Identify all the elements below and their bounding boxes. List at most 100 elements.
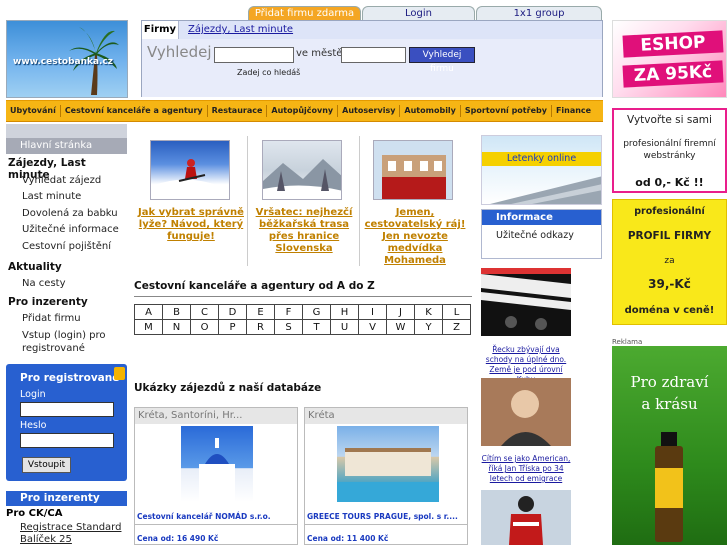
pro-ckca-heading: Pro CK/CA xyxy=(6,508,63,519)
airplane-wing-icon xyxy=(490,176,601,204)
news-image-hockey[interactable] xyxy=(481,490,571,545)
tour-card-header[interactable]: Kréta xyxy=(305,408,467,424)
category-autopujcovny[interactable]: Autopůjčovny xyxy=(267,105,339,117)
promo-image-jemen[interactable] xyxy=(373,140,453,200)
web-ad-line1: Vytvořte si sami xyxy=(627,114,712,126)
sidebar-head-pro-inzerenty[interactable]: Pro inzerenty xyxy=(8,296,88,308)
promo-title-jemen[interactable]: Jemen, cestovatelský ráj! Jen nevozte me… xyxy=(362,207,468,267)
tour-image-hotel[interactable] xyxy=(337,426,439,502)
login-label: Login xyxy=(20,389,46,400)
tour-card[interactable]: Kréta GREECE TOURS PRAGUE, spol. s r....… xyxy=(304,407,468,545)
promo-title-vrsatec[interactable]: Vršatec: nejhezčí běžkařská trasa přes h… xyxy=(252,207,356,255)
lock-icon xyxy=(114,367,125,380)
az-letter[interactable]: W xyxy=(386,319,415,335)
profil-line2: PROFIL FIRMY xyxy=(627,230,712,242)
tab-add-company[interactable]: Přidat firmu zdarma xyxy=(248,6,361,21)
az-letter[interactable]: O xyxy=(190,319,219,335)
tour-card[interactable]: Kréta, Santoríni, Hr... Cestovní kancelá… xyxy=(134,407,298,545)
az-letter[interactable]: Y xyxy=(414,319,443,335)
sidebar-item-home[interactable]: Hlavní stránka xyxy=(6,138,127,154)
sidebar-item-informace[interactable]: Užitečné informace xyxy=(22,223,119,236)
city-label: ve městě xyxy=(296,48,343,59)
category-finance[interactable]: Finance xyxy=(552,105,595,117)
health-ad-line2: a krásu xyxy=(641,395,698,413)
category-autoservisy[interactable]: Autoservisy xyxy=(338,105,401,117)
info-link-odkazy[interactable]: Užitečné odkazy xyxy=(496,230,574,241)
category-ubytovani[interactable]: Ubytování xyxy=(6,105,61,117)
az-letter[interactable]: T xyxy=(302,319,331,335)
sidebar-item-vstup-login[interactable]: Vstup (login) pro registrované xyxy=(22,329,122,355)
letenky-banner[interactable]: Letenky online xyxy=(481,135,602,205)
az-letter[interactable]: I xyxy=(358,304,387,320)
az-letter[interactable]: E xyxy=(246,304,275,320)
az-letter[interactable]: M xyxy=(134,319,163,335)
sidebar-item-dovolena[interactable]: Dovolená za babku xyxy=(22,207,118,220)
az-letter[interactable]: S xyxy=(274,319,303,335)
eshop-ad[interactable]: ESHOP ZA 95Kč xyxy=(612,20,727,98)
site-logo[interactable]: www.cestobanka.cz xyxy=(6,20,128,98)
bottle-icon xyxy=(655,432,683,542)
az-letter[interactable]: F xyxy=(274,304,303,320)
login-input[interactable] xyxy=(20,402,114,417)
profil-ad[interactable]: profesionální PROFIL FIRMY za 39,-Kč dom… xyxy=(612,199,727,325)
tab-login[interactable]: Login xyxy=(362,6,475,21)
sidebar-item-pojisteni[interactable]: Cestovní pojištění xyxy=(22,240,111,253)
az-letter[interactable]: A xyxy=(134,304,163,320)
category-restaurace[interactable]: Restaurace xyxy=(208,105,268,117)
login-box: Pro registrované Login Heslo Vstoupit xyxy=(6,364,127,481)
tour-image-santorini[interactable] xyxy=(181,426,253,502)
tour-agency[interactable]: Cestovní kancelář NOMÁD s.r.o. xyxy=(137,512,271,521)
health-ad[interactable]: Pro zdraví a krásu xyxy=(612,346,727,545)
az-letter[interactable]: B xyxy=(162,304,191,320)
az-letter[interactable]: K xyxy=(414,304,443,320)
tour-card-header[interactable]: Kréta, Santoríni, Hr... xyxy=(135,408,297,424)
az-letter-table: A B C D E F G H I J K L M N O P R S T U … xyxy=(134,304,471,335)
az-letter[interactable]: P xyxy=(218,319,247,335)
skier-icon xyxy=(151,159,229,199)
sidebar-item-pridat-firmu[interactable]: Přidat firmu xyxy=(22,312,81,325)
az-letter[interactable]: H xyxy=(330,304,359,320)
city-input[interactable] xyxy=(341,47,406,63)
category-sportovni-potreby[interactable]: Sportovní potřeby xyxy=(461,105,552,117)
web-ad[interactable]: Vytvořte si sami profesionální firemní w… xyxy=(612,108,727,193)
protest-flag-icon xyxy=(481,268,571,330)
az-letter[interactable]: J xyxy=(386,304,415,320)
category-automobily[interactable]: Automobily xyxy=(400,105,461,117)
news-image-triska[interactable] xyxy=(481,378,571,446)
sidebar-head-aktuality[interactable]: Aktuality xyxy=(8,261,62,273)
sidebar-item-last-minute[interactable]: Last minute xyxy=(22,190,81,203)
search-tab-zajezdy[interactable]: Zájezdy, Last minute xyxy=(188,24,293,35)
sidebar-item-vyhledat[interactable]: Vyhledat zájezd xyxy=(22,174,101,187)
az-letter[interactable]: Z xyxy=(442,319,471,335)
az-letter[interactable]: C xyxy=(190,304,219,320)
promo-title-ski[interactable]: Jak vybrat správně lyže? Návod, který fu… xyxy=(135,207,247,243)
hockey-player-icon xyxy=(509,496,543,545)
az-letter[interactable]: N xyxy=(162,319,191,335)
az-letter[interactable]: U xyxy=(330,319,359,335)
search-tab-firmy[interactable]: Firmy xyxy=(142,21,179,39)
az-letter[interactable]: D xyxy=(218,304,247,320)
tour-agency[interactable]: GREECE TOURS PRAGUE, spol. s r.... xyxy=(307,512,458,521)
news-caption-triska[interactable]: Cítím se jako American, říká Jan Tříska … xyxy=(481,454,571,484)
az-letter[interactable]: V xyxy=(358,319,387,335)
left-sidebar: Hlavní stránka Zájezdy, Last minute Vyhl… xyxy=(6,124,127,545)
az-letter[interactable]: L xyxy=(442,304,471,320)
az-letter[interactable]: R xyxy=(246,319,275,335)
logo-text: www.cestobanka.cz xyxy=(13,57,114,67)
news-image-greece[interactable] xyxy=(481,268,571,336)
az-divider xyxy=(134,296,472,297)
search-input[interactable] xyxy=(214,47,294,63)
login-button[interactable]: Vstoupit xyxy=(22,457,71,473)
password-input[interactable] xyxy=(20,433,114,448)
eshop-line2: ZA 95Kč xyxy=(622,60,724,88)
sidebar-item-na-cesty[interactable]: Na cesty xyxy=(22,277,66,290)
tab-1x1-group[interactable]: 1x1 group xyxy=(476,6,602,21)
registrace-link[interactable]: Registrace Standard Balíček 25 xyxy=(20,522,127,545)
search-button[interactable]: Vyhledej firmu xyxy=(409,47,475,74)
info-title: Informace xyxy=(482,210,601,225)
category-cestovni-kancelare[interactable]: Cestovní kanceláře a agentury xyxy=(61,105,208,117)
search-panel: Firmy Zájezdy, Last minute Vyhledej ve m… xyxy=(141,20,603,97)
promo-image-winter[interactable] xyxy=(262,140,342,200)
promo-image-ski[interactable] xyxy=(150,140,230,200)
az-letter[interactable]: G xyxy=(302,304,331,320)
